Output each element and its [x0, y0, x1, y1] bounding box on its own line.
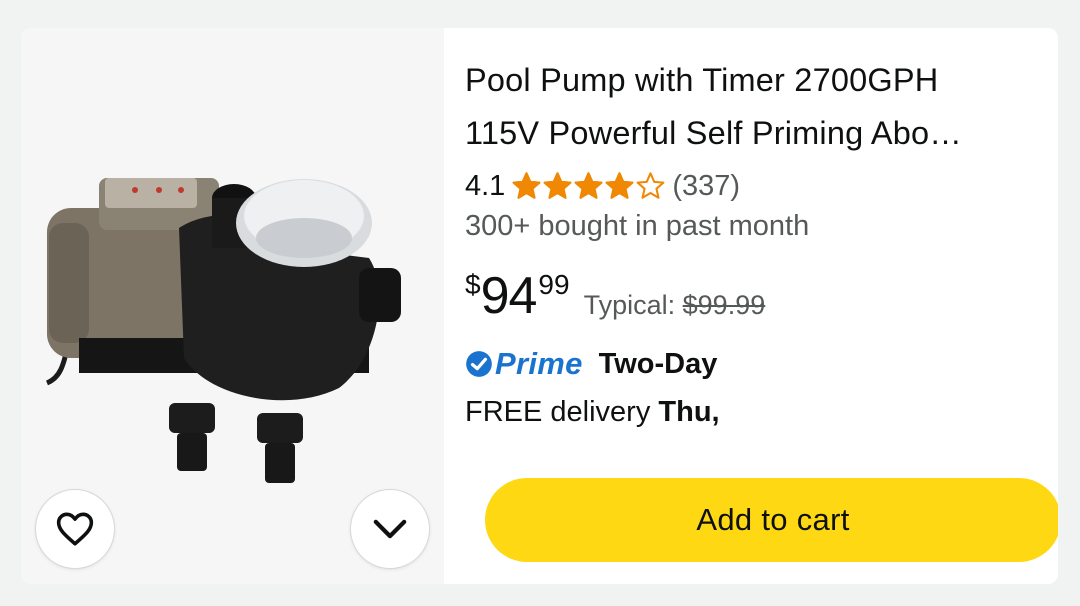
- prime-delivery-speed: Two-Day: [598, 347, 718, 380]
- rating-row[interactable]: 4.1 (337): [465, 168, 740, 204]
- product-title[interactable]: Pool Pump with Timer 2700GPH 115V Powerf…: [465, 54, 1045, 160]
- price-symbol: $: [465, 269, 481, 300]
- favorite-button[interactable]: [35, 489, 115, 569]
- star-icon: [605, 171, 634, 199]
- bought-in-past-month: 300+ bought in past month: [465, 210, 810, 242]
- check-circle-icon: [466, 351, 492, 377]
- review-count[interactable]: (337): [672, 170, 740, 203]
- prime-badge: Prime Two-Day: [465, 344, 717, 384]
- product-image: [45, 178, 401, 483]
- star-icon: [574, 171, 603, 199]
- add-to-cart-button[interactable]: Add to cart: [485, 478, 1058, 562]
- chevron-down-icon: [373, 519, 407, 539]
- star-icon: [512, 171, 541, 199]
- price-fraction: 99: [538, 269, 570, 300]
- prime-label: Prime: [495, 346, 583, 381]
- more-options-button[interactable]: [350, 489, 430, 569]
- product-title-line-2: 115V Powerful Self Priming Abo…: [465, 115, 962, 151]
- rating-value: 4.1: [465, 169, 506, 202]
- product-card[interactable]: Pool Pump with Timer 2700GPH 115V Powerf…: [21, 28, 1058, 584]
- star-icon: [543, 171, 572, 199]
- heart-icon: [56, 512, 94, 546]
- product-info: Pool Pump with Timer 2700GPH 115V Powerf…: [465, 28, 1058, 584]
- star-rating: [511, 171, 666, 202]
- delivery-day: Thu,: [658, 396, 720, 428]
- typical-price-label: Typical:: [583, 290, 676, 320]
- price-whole: 94: [480, 267, 538, 325]
- star-icon: [636, 171, 665, 199]
- price: $ 94 99 Typical: $99.99: [465, 266, 765, 326]
- typical-price-value: $99.99: [682, 290, 766, 320]
- product-image-panel[interactable]: [21, 28, 444, 584]
- typical-price: Typical: $99.99: [584, 290, 766, 321]
- product-title-line-1: Pool Pump with Timer 2700GPH: [465, 62, 939, 98]
- delivery-info: FREE delivery Thu,: [465, 396, 720, 429]
- delivery-prefix: FREE delivery: [465, 396, 651, 428]
